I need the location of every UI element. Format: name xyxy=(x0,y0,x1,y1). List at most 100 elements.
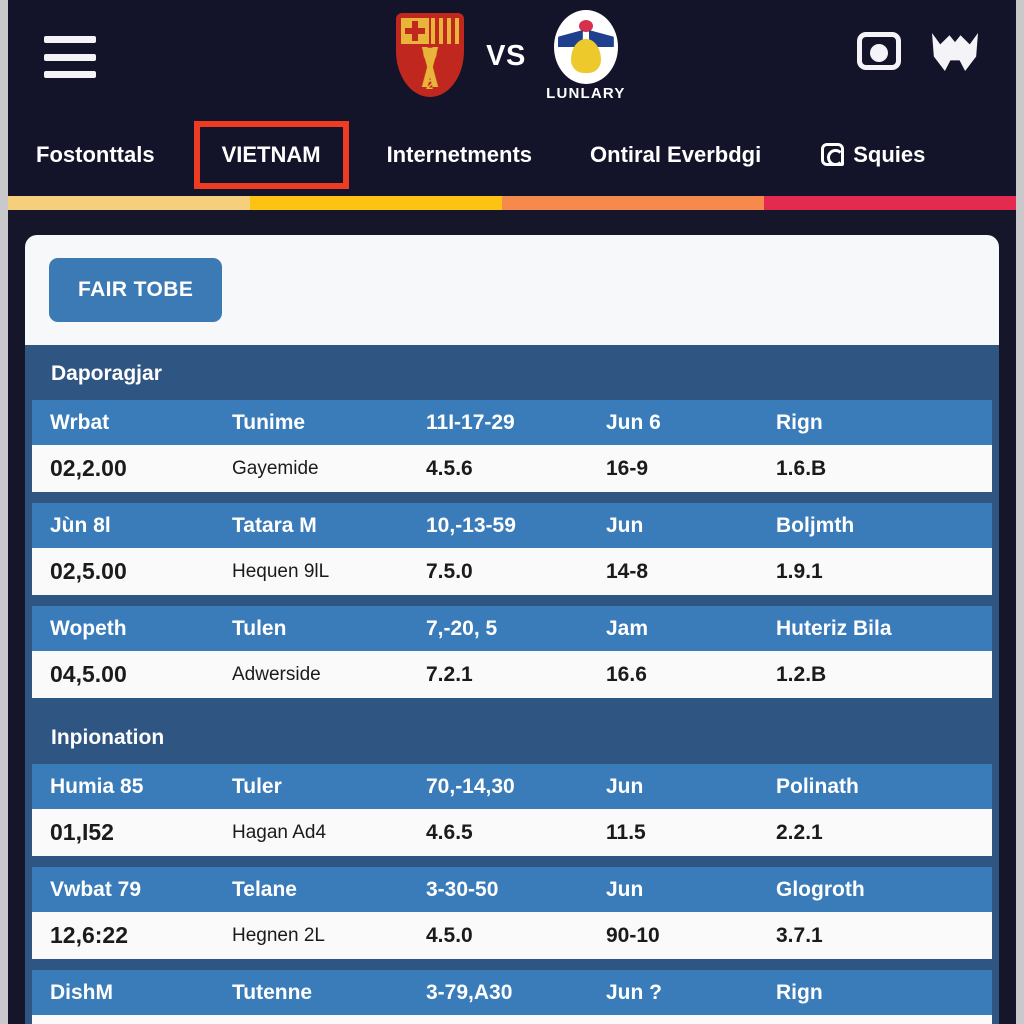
mask-icon[interactable] xyxy=(930,26,980,76)
header-cell: Jun 6 xyxy=(606,410,661,434)
table-row-values: 02,5.00 Hequen 9lL 7.5.0 14-8 1.9.1 xyxy=(32,548,992,595)
value-cell: 02,5.00 xyxy=(50,558,127,584)
header-cell: Rign xyxy=(776,980,823,1004)
mask-shape xyxy=(932,33,978,71)
tab-internetments[interactable]: Internetments xyxy=(387,142,532,168)
table-row-header: Humia 85 Tuler 70,-14,30 Jun Polinath xyxy=(32,764,992,809)
away-team-crest-icon[interactable]: LUNLARY xyxy=(544,10,628,102)
value-cell: 90-10 xyxy=(606,923,660,947)
table-row[interactable]: Wopeth Tulen 7,-20, 5 Jam Huteriz Bila 04,5.0… xyxy=(32,606,992,698)
camera-icon[interactable] xyxy=(854,26,904,76)
value-cell: 7.2.1 xyxy=(426,662,473,686)
table-row[interactable]: Humia 85 Tuler 70,-14,30 Jun Polinath 01,I52 H… xyxy=(32,764,992,856)
tab-squies-label: Squies xyxy=(853,141,926,167)
header-cell: 3-30-50 xyxy=(426,877,499,901)
header-cell: Tulen xyxy=(232,616,287,640)
header-cell: Polinath xyxy=(776,774,859,798)
red-shield-crest: 2 xyxy=(396,13,465,97)
results-table: Daporagjar Wrbat Tunime 11I-17-29 Jun 6 Rign 0… xyxy=(25,345,999,1024)
table-row-header: DishM Tutenne 3-79,A30 Jun ? Rign xyxy=(32,970,992,1015)
badge-crown-icon xyxy=(578,20,593,32)
table-row-values: 17,9.00Hapier 6114.5.576-52.4.B xyxy=(32,1015,992,1024)
away-team-name: LUNLARY xyxy=(546,85,626,102)
header-cell: 7,-20, 5 xyxy=(426,616,498,640)
value-cell: Adwerside xyxy=(232,663,321,685)
header-cell: Wopeth xyxy=(50,616,127,640)
header-cell: Jun xyxy=(606,513,644,537)
table-row-header: Jùn 8l Tatara M 10,-13-59 Jun Boljmth xyxy=(32,503,992,548)
cross-quarter-icon xyxy=(401,18,430,44)
card-header: FAIR TOBE xyxy=(25,235,999,345)
topbar-actions xyxy=(854,26,980,76)
value-cell: 02,2.00 xyxy=(50,455,127,481)
value-cell: 7.5.0 xyxy=(426,559,473,583)
value-cell: 1.2.B xyxy=(776,662,827,686)
table-row-header: Wrbat Tunime 11I-17-29 Jun 6 Rign xyxy=(32,400,992,445)
header-cell: Tatara M xyxy=(232,513,317,537)
table-row-values: 02,2.00 Gayemide 4.5.6 16-9 1.6.B xyxy=(32,445,992,492)
fair-tobe-button[interactable]: FAIR TOBE xyxy=(49,258,223,322)
value-cell: 14-8 xyxy=(606,559,649,583)
header-cell: Jam xyxy=(606,616,649,640)
color-accent-strip xyxy=(8,196,1016,210)
accent-strip-segment-2 xyxy=(501,196,764,210)
home-team-crest-icon[interactable]: 2 xyxy=(396,13,468,99)
table-row[interactable]: Vwbat 79 Telane 3-30-50 Jun Glogroth 12,6:22 H… xyxy=(32,867,992,959)
stripes-quarter-icon xyxy=(431,18,460,44)
round-badge-crest xyxy=(553,10,618,84)
value-cell: Hagan Ad4 xyxy=(232,821,327,843)
header-cell: Wrbat xyxy=(50,410,110,434)
accent-strip-segment-0 xyxy=(8,196,250,210)
value-cell: 16-9 xyxy=(606,456,649,480)
header-cell: 3-79,A30 xyxy=(426,980,513,1004)
header-cell: 11I-17-29 xyxy=(426,410,515,434)
header-cell: Jùn 8l xyxy=(50,513,111,537)
value-cell: 4.5.0 xyxy=(426,923,473,947)
value-cell: 12,6:22 xyxy=(50,922,129,948)
header-cell: Glogroth xyxy=(776,877,865,901)
tab-squies[interactable]: Squies xyxy=(821,142,925,168)
value-cell: 1.6.B xyxy=(776,456,827,480)
table-row[interactable]: Jùn 8l Tatara M 10,-13-59 Jun Boljmth 02,5.00… xyxy=(32,503,992,595)
value-cell: Hequen 9lL xyxy=(232,560,330,582)
header-cell: 10,-13-59 xyxy=(426,513,516,537)
value-cell: 01,I52 xyxy=(50,819,114,845)
badge-bell-icon xyxy=(570,39,601,73)
table-row-values: 01,I52 Hagan Ad4 4.6.5 11.5 2.2.1 xyxy=(32,809,992,856)
value-cell: 11.5 xyxy=(606,820,646,844)
app-frame: 2 VS LUNLARY Fostonttals VIETNAM Interne… xyxy=(8,0,1016,1024)
header-cell: Telane xyxy=(232,877,297,901)
value-cell: 04,5.00 xyxy=(50,661,127,687)
header-cell: Vwbat 79 xyxy=(50,877,142,901)
value-cell: 16.6 xyxy=(606,662,647,686)
tab-ontiral-everbdgi[interactable]: Ontiral Everbdgi xyxy=(590,142,761,168)
table-row-values: 04,5.00 Adwerside 7.2.1 16.6 1.2.B xyxy=(32,651,992,698)
value-cell: 4.6.5 xyxy=(426,820,473,844)
table-row-header: Wopeth Tulen 7,-20, 5 Jam Huteriz Bila xyxy=(32,606,992,651)
vs-label: VS xyxy=(486,39,526,72)
accent-strip-segment-3 xyxy=(763,196,1016,210)
header-cell: Boljmth xyxy=(776,513,855,537)
table-row-header: Vwbat 79 Telane 3-30-50 Jun Glogroth xyxy=(32,867,992,912)
table-row[interactable]: Wrbat Tunime 11I-17-29 Jun 6 Rign 02,2.00 Gaye… xyxy=(32,400,992,492)
header-cell: Rign xyxy=(776,410,823,434)
header-cell: Tuler xyxy=(232,774,282,798)
table-row-values: 12,6:22 Hegnen 2L 4.5.0 90-10 3.7.1 xyxy=(32,912,992,959)
header-cell: Humia 85 xyxy=(50,774,144,798)
chat-bubble-icon xyxy=(821,143,845,166)
tab-vietnam[interactable]: VIETNAM xyxy=(193,120,349,189)
header-cell: 70,-14,30 xyxy=(426,774,515,798)
value-cell: Hegnen 2L xyxy=(232,924,325,946)
section-title: Inpionation xyxy=(51,726,165,749)
value-cell: 2.2.1 xyxy=(776,820,823,844)
header-cell: Huteriz Bila xyxy=(776,616,892,640)
value-cell: 4.5.6 xyxy=(426,456,473,480)
table-row[interactable]: DishM Tutenne 3-79,A30 Jun ? Rign 17,9.00Hapi… xyxy=(32,970,992,1024)
header-cell: Tunime xyxy=(232,410,306,434)
header-cell: DishM xyxy=(50,980,113,1004)
section-title: Daporagjar xyxy=(51,362,162,385)
accent-strip-segment-1 xyxy=(249,196,502,210)
tab-fostonttals[interactable]: Fostonttals xyxy=(36,142,155,168)
value-cell: Gayemide xyxy=(232,457,319,479)
header-cell: Tutenne xyxy=(232,980,313,1004)
